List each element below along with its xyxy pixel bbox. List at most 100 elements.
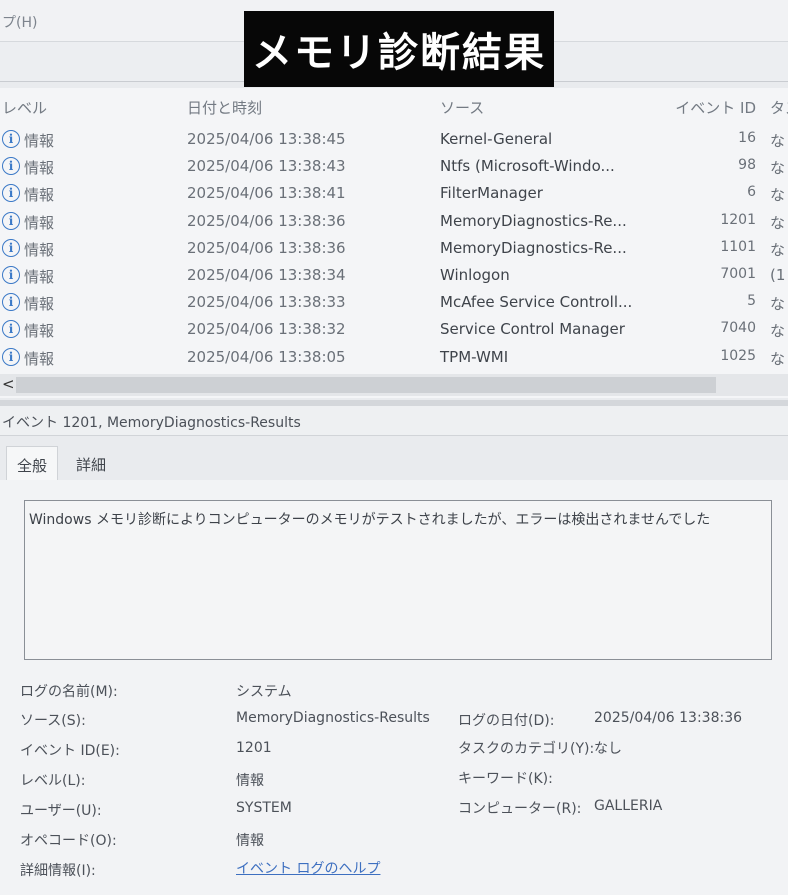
detail-pane: Windows メモリ診断によりコンピューターのメモリがテストされましたが、エラ… <box>0 480 788 895</box>
row-event-id: 98 <box>738 157 756 174</box>
detail-title-bar: イベント 1201, MemoryDiagnostics-Results <box>0 406 788 436</box>
row-source: McAfee Service Controll... <box>440 293 633 312</box>
row-source: MemoryDiagnostics-Re... <box>440 238 627 257</box>
row-task: な <box>770 349 786 368</box>
row-task: な <box>770 186 786 205</box>
detail-tabs: 全般 詳細 <box>0 446 788 482</box>
row-task: な <box>770 240 786 259</box>
table-row[interactable]: i 情報 2025/04/06 13:38:43 Ntfs (Microsoft-Wi… <box>0 153 788 180</box>
logged-value: 2025/04/06 13:38:36 <box>594 710 743 726</box>
table-row[interactable]: i 情報 2025/04/06 13:38:34 Winlogon 7001 (1 <box>0 262 788 289</box>
column-header-datetime[interactable]: 日付と時刻 <box>187 97 262 118</box>
row-task: (1 <box>770 266 786 284</box>
row-datetime: 2025/04/06 13:38:32 <box>187 320 346 339</box>
row-task: な <box>770 295 786 314</box>
user-value: SYSTEM <box>236 800 292 816</box>
row-datetime: 2025/04/06 13:38:36 <box>187 211 346 230</box>
row-event-id: 1201 <box>720 211 756 228</box>
opcode-label: オペコード(O): <box>20 833 117 849</box>
tab-general[interactable]: 全般 <box>6 446 59 480</box>
row-event-id: 7040 <box>720 320 756 337</box>
table-row[interactable]: i 情報 2025/04/06 13:38:36 MemoryDiagnostics-… <box>0 208 788 235</box>
overlay-caption: メモリ診断結果 <box>244 11 554 87</box>
row-level: 情報 <box>24 349 55 368</box>
row-level: 情報 <box>24 159 55 178</box>
detail-title: イベント 1201, MemoryDiagnostics-Results <box>2 415 301 431</box>
row-level: 情報 <box>24 240 55 259</box>
level-label: レベル(L): <box>20 773 86 789</box>
row-source: Service Control Manager <box>440 320 625 339</box>
column-header-task[interactable]: タス <box>770 97 788 118</box>
task-category-value: なし <box>594 741 622 757</box>
info-icon: i <box>2 347 20 366</box>
row-task: な <box>770 322 786 341</box>
log-name-label: ログの名前(M): <box>20 684 118 700</box>
row-task: な <box>770 132 786 150</box>
info-icon: i <box>2 266 20 284</box>
row-source: MemoryDiagnostics-Re... <box>440 211 627 230</box>
row-datetime: 2025/04/06 13:38:34 <box>187 266 346 284</box>
list-header: レベル 日付と時刻 ソース イベント ID タス <box>0 88 788 124</box>
info-icon: i <box>2 184 20 203</box>
row-level: 情報 <box>24 213 55 232</box>
table-row[interactable]: i 情報 2025/04/06 13:38:36 MemoryDiagnostics-… <box>0 235 788 262</box>
row-datetime: 2025/04/06 13:38:05 <box>187 347 346 366</box>
tab-details[interactable]: 詳細 <box>66 446 116 480</box>
column-header-source[interactable]: ソース <box>440 97 484 118</box>
table-row[interactable]: i 情報 2025/04/06 13:38:41 FilterManager 6 な <box>0 180 788 207</box>
source-value: MemoryDiagnostics-Results <box>236 710 430 726</box>
row-level: 情報 <box>24 132 55 150</box>
event-log-help-link[interactable]: イベント ログのヘルプ <box>236 858 380 878</box>
row-event-id: 16 <box>738 130 756 146</box>
column-header-level[interactable]: レベル <box>2 97 47 118</box>
row-datetime: 2025/04/06 13:38:41 <box>187 184 346 203</box>
level-value: 情報 <box>236 773 264 789</box>
table-row[interactable]: i 情報 2025/04/06 13:38:33 McAfee Service Con… <box>0 289 788 316</box>
row-task: な <box>770 159 786 178</box>
row-source: Ntfs (Microsoft-Windo... <box>440 157 615 176</box>
row-datetime: 2025/04/06 13:38:45 <box>187 130 346 148</box>
computer-label: コンピューター(R): <box>458 801 582 817</box>
row-source: Winlogon <box>440 266 510 284</box>
table-row[interactable]: i 情報 2025/04/06 13:38:32 Service Control Ma… <box>0 316 788 343</box>
description-box[interactable]: Windows メモリ診断によりコンピューターのメモリがテストされましたが、エラ… <box>24 500 772 660</box>
info-icon: i <box>2 320 20 339</box>
row-source: Kernel-General <box>440 130 553 148</box>
source-label: ソース(S): <box>20 713 86 729</box>
table-row[interactable]: i 情報 2025/04/06 13:38:05 TPM-WMI 1025 な <box>0 344 788 371</box>
row-source: TPM-WMI <box>440 347 509 366</box>
info-icon: i <box>2 157 20 176</box>
row-level: 情報 <box>24 268 55 286</box>
event-list: レベル 日付と時刻 ソース イベント ID タス i情報2025/04/06 1… <box>0 88 788 398</box>
log-name-value: システム <box>236 684 292 700</box>
scrollbar-thumb[interactable] <box>16 377 716 393</box>
row-level: 情報 <box>24 322 55 341</box>
row-event-id: 1101 <box>720 238 756 255</box>
info-icon: i <box>2 293 20 312</box>
row-datetime: 2025/04/06 13:38:36 <box>187 238 346 257</box>
row-event-id: 6 <box>747 184 756 201</box>
event-id-label: イベント ID(E): <box>20 743 120 759</box>
more-info-label: 詳細情報(I): <box>20 863 96 879</box>
row-source: FilterManager <box>440 184 543 203</box>
task-category-label: タスクのカテゴリ(Y): <box>458 741 595 757</box>
description-text: Windows メモリ診断によりコンピューターのメモリがテストされましたが、エラ… <box>29 512 711 528</box>
opcode-value: 情報 <box>236 833 264 849</box>
info-icon: i <box>2 238 20 257</box>
info-icon: i <box>2 211 20 230</box>
row-level: 情報 <box>24 295 55 314</box>
menu-help[interactable]: プ(H) <box>2 12 37 32</box>
event-id-value: 1201 <box>236 740 272 756</box>
info-icon: i <box>2 130 20 148</box>
row-event-id: 5 <box>747 293 756 310</box>
row-task: な <box>770 213 786 232</box>
logged-label: ログの日付(D): <box>458 713 555 729</box>
column-header-event-id[interactable]: イベント ID <box>675 97 756 118</box>
horizontal-scrollbar[interactable]: < <box>0 374 788 396</box>
computer-value: GALLERIA <box>594 798 663 814</box>
row-datetime: 2025/04/06 13:38:33 <box>187 293 346 312</box>
row-datetime: 2025/04/06 13:38:43 <box>187 157 346 176</box>
table-row[interactable]: i 情報 2025/04/06 13:38:45 Kernel-General 16 な <box>0 126 788 153</box>
scroll-left-icon[interactable]: < <box>2 375 15 393</box>
row-event-id: 1025 <box>720 347 756 364</box>
